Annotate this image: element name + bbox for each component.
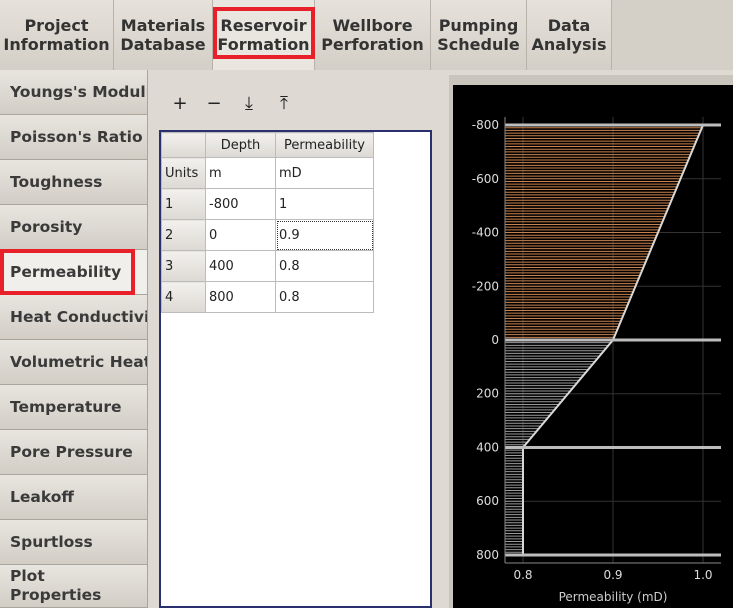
table-row: 3 400 0.8 <box>161 250 374 282</box>
permeability-table: Depth Permeability Units m mD 1 -800 1 2… <box>161 132 374 313</box>
cell-depth[interactable]: 400 <box>205 250 276 282</box>
sidebar-item-plot-properties[interactable]: Plot Properties <box>0 565 148 608</box>
sidebar-item-youngs-modulus[interactable]: Youngs's Modulus <box>0 70 148 115</box>
sidebar-item-leakoff[interactable]: Leakoff <box>0 475 148 520</box>
sidebar-item-spurtloss[interactable]: Spurtloss <box>0 520 148 565</box>
tab-materials-database[interactable]: Materials Database <box>114 0 213 70</box>
cell-depth-unit[interactable]: m <box>205 157 276 189</box>
table-header-row: Depth Permeability <box>161 132 374 158</box>
tab-wellbore-perforation[interactable]: Wellbore Perforation <box>315 0 431 70</box>
sidebar-item-poissons-ratio[interactable]: Poisson's Ratio <box>0 115 148 160</box>
row-header[interactable]: 3 <box>161 250 206 282</box>
corner-header <box>161 132 206 158</box>
row-header[interactable]: 1 <box>161 188 206 220</box>
table-row: 2 0 0.9 <box>161 219 374 251</box>
tab-data-analysis[interactable]: Data Analysis <box>527 0 612 70</box>
cell-permeability[interactable]: 0.8 <box>275 250 374 282</box>
tab-project-information[interactable]: Project Information <box>0 0 114 70</box>
add-row-icon[interactable]: + <box>170 94 190 114</box>
cell-depth[interactable]: -800 <box>205 188 276 220</box>
cell-permeability-unit[interactable]: mD <box>275 157 374 189</box>
row-header[interactable]: 4 <box>161 281 206 313</box>
cell-depth[interactable]: 0 <box>205 219 276 251</box>
remove-row-icon[interactable]: − <box>204 94 224 114</box>
cell-depth[interactable]: 800 <box>205 281 276 313</box>
row-header[interactable]: 2 <box>161 219 206 251</box>
tab-pumping-schedule[interactable]: Pumping Schedule <box>431 0 527 70</box>
import-icon[interactable]: ⤓ <box>239 94 259 114</box>
sidebar-item-toughness[interactable]: Toughness <box>0 160 148 205</box>
chart-background <box>453 85 733 608</box>
sidebar-item-heat-conductivity[interactable]: Heat Conductivity <box>0 295 148 340</box>
units-row: Units m mD <box>161 157 374 189</box>
sidebar-item-porosity[interactable]: Porosity <box>0 205 148 250</box>
sidebar-item-permeability[interactable]: Permeability <box>0 250 148 295</box>
table-row: 1 -800 1 <box>161 188 374 220</box>
column-header-permeability[interactable]: Permeability <box>275 132 374 158</box>
tab-reservoir-formation[interactable]: Reservoir Formation <box>213 0 315 70</box>
cell-permeability[interactable]: 1 <box>275 188 374 220</box>
cell-permeability[interactable]: 0.9 <box>275 219 374 251</box>
sidebar-item-pore-pressure[interactable]: Pore Pressure <box>0 430 148 475</box>
row-header-units[interactable]: Units <box>161 157 206 189</box>
main-tab-bar: Project Information Materials Database R… <box>0 0 733 70</box>
sidebar-item-temperature[interactable]: Temperature <box>0 385 148 430</box>
cell-permeability[interactable]: 0.8 <box>275 281 374 313</box>
export-icon[interactable]: ⤒ <box>274 94 294 114</box>
sidebar-item-volumetric-heat[interactable]: Volumetric Heat C <box>0 340 148 385</box>
column-header-depth[interactable]: Depth <box>205 132 276 158</box>
table-row: 4 800 0.8 <box>161 281 374 313</box>
